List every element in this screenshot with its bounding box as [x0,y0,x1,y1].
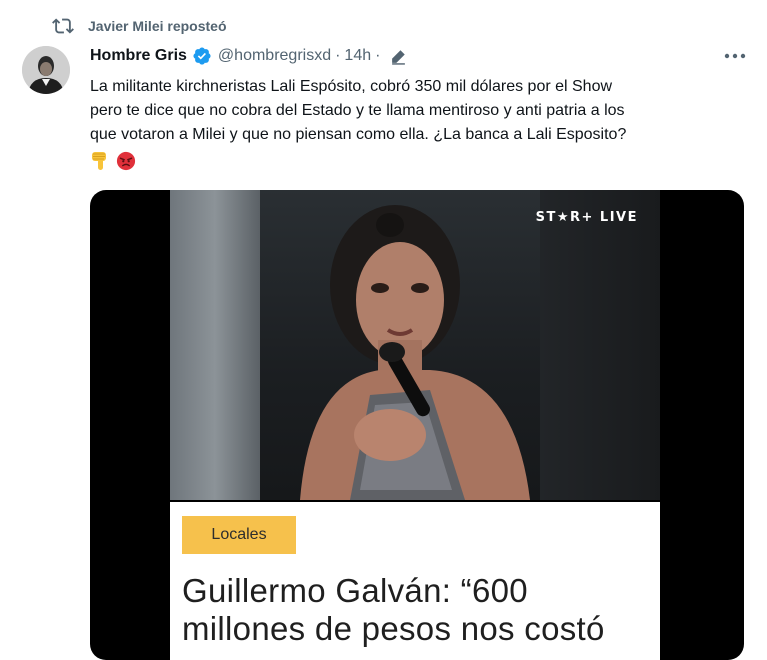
tweet-author-row: Hombre Gris @hombregrisxd · 14h · [90,43,407,69]
tweet-time[interactable]: 14h [344,47,371,65]
media-card[interactable]: ST★R+ LIVE Locales Guillermo Galván: “60… [90,190,744,660]
video-frame[interactable]: ST★R+ LIVE [170,190,660,500]
star-plus-live-logo: ST★R+ LIVE [535,210,638,225]
avatar[interactable] [22,46,70,94]
repost-header[interactable]: Javier Milei reposteó [52,13,227,39]
category-badge: Locales [182,516,296,554]
tweet-text-line: que votaron a Milei y que no piensan com… [90,126,627,143]
more-options-icon[interactable] [722,46,748,66]
verified-badge-icon[interactable] [192,46,212,66]
avatar-image [22,46,70,94]
separator-dot: · [335,47,341,64]
tweet-text-line: pero te dice que no cobra del Estado y t… [90,102,625,119]
singer-image [300,205,530,500]
headline-line: Guillermo Galván: “600 [182,572,528,609]
separator-dot-2: · [375,47,381,64]
edited-pencil-icon[interactable] [390,48,407,65]
headline-line: millones de pesos nos costó [182,610,605,647]
repost-icon [52,18,74,34]
repost-label: Javier Milei reposteó [88,18,227,34]
tweet-emojis [90,150,136,172]
author-name[interactable]: Hombre Gris [90,47,187,65]
angry-face-emoji-icon [116,151,136,171]
tweet-text: La militante kirchneristas Lali Espósito… [90,75,730,147]
thumbs-down-emoji-icon [92,152,106,170]
article-preview[interactable]: Locales Guillermo Galván: “600 millones … [170,502,660,660]
tweet-text-line: La militante kirchneristas Lali Espósito… [90,78,613,95]
author-handle[interactable]: @hombregrisxd [218,47,331,65]
article-headline: Guillermo Galván: “600 millones de pesos… [182,572,652,648]
